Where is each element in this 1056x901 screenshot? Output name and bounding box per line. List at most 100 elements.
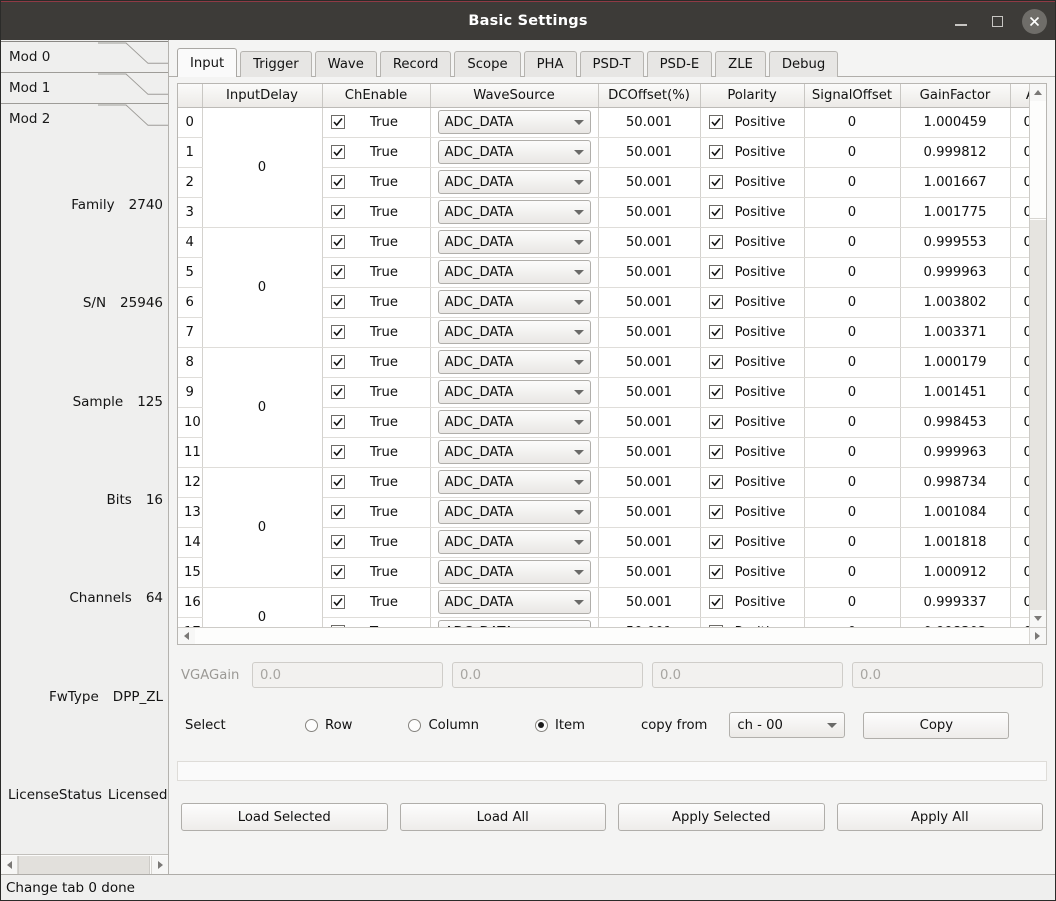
- polarity-checkbox[interactable]: [708, 265, 723, 279]
- radio-column-icon[interactable]: [408, 718, 422, 732]
- gainfactor-cell[interactable]: 1.003371: [900, 317, 1011, 348]
- column-header-polarity[interactable]: Polarity: [700, 84, 805, 108]
- adctovolt-cell[interactable]: 0.000031: [1010, 587, 1029, 618]
- adctovolt-cell[interactable]: 0.000031: [1010, 257, 1029, 288]
- dcoffset-cell[interactable]: 50.001: [598, 257, 701, 288]
- signaloffset-cell[interactable]: 0: [804, 347, 901, 378]
- radio-column[interactable]: Column: [408, 718, 479, 733]
- chenable-cell[interactable]: True: [322, 287, 431, 318]
- polarity-checkbox[interactable]: [708, 565, 723, 579]
- scroll-left-icon[interactable]: [1, 855, 18, 874]
- horizontal-scrollbar-thumb[interactable]: [194, 628, 1030, 644]
- gainfactor-cell[interactable]: 1.000179: [900, 347, 1011, 378]
- row-index-cell[interactable]: 17: [178, 617, 203, 627]
- table-row[interactable]: 160TrueADC_DATA50.001Positive00.9993370.…: [178, 587, 1029, 627]
- wavesource-dropdown[interactable]: ADC_DATA: [437, 440, 591, 464]
- gainfactor-cell[interactable]: 0.999337: [900, 587, 1011, 618]
- sidebar-item-mod-1[interactable]: Mod 1: [1, 72, 168, 103]
- table-horizontal-scrollbar[interactable]: [178, 627, 1046, 644]
- vgagain-field-0[interactable]: 0.0: [252, 662, 443, 688]
- adctovolt-cell[interactable]: 0.000030: [1010, 557, 1029, 588]
- load-all-button[interactable]: Load All: [399, 803, 606, 831]
- wavesource-dropdown[interactable]: ADC_DATA: [437, 470, 591, 494]
- gainfactor-cell[interactable]: 1.001084: [900, 497, 1011, 528]
- dcoffset-cell[interactable]: 50.001: [598, 587, 701, 618]
- tab-record[interactable]: Record: [379, 51, 452, 77]
- dcoffset-cell[interactable]: 50.001: [598, 137, 701, 168]
- chenable-checkbox[interactable]: [330, 445, 345, 459]
- polarity-checkbox[interactable]: [708, 505, 723, 519]
- chenable-cell[interactable]: True: [322, 407, 431, 438]
- wavesource-dropdown[interactable]: ADC_DATA: [437, 170, 591, 194]
- dcoffset-cell[interactable]: 50.001: [598, 107, 701, 138]
- signaloffset-cell[interactable]: 0: [804, 437, 901, 468]
- radio-item-icon[interactable]: [534, 718, 548, 732]
- dcoffset-cell[interactable]: 50.001: [598, 377, 701, 408]
- polarity-cell[interactable]: Positive: [700, 557, 805, 588]
- polarity-cell[interactable]: Positive: [700, 377, 805, 408]
- close-icon[interactable]: [1022, 8, 1047, 34]
- polarity-checkbox[interactable]: [708, 115, 723, 129]
- chenable-checkbox[interactable]: [330, 325, 345, 339]
- wavesource-dropdown[interactable]: ADC_DATA: [437, 140, 591, 164]
- dcoffset-cell[interactable]: 50.001: [598, 317, 701, 348]
- polarity-cell[interactable]: Positive: [700, 107, 805, 138]
- polarity-cell[interactable]: Positive: [700, 167, 805, 198]
- row-index-cell[interactable]: 15: [178, 557, 203, 588]
- wavesource-cell[interactable]: ADC_DATA: [430, 347, 599, 378]
- polarity-checkbox[interactable]: [708, 445, 723, 459]
- polarity-checkbox[interactable]: [708, 145, 723, 159]
- gainfactor-cell[interactable]: 1.003802: [900, 287, 1011, 318]
- chenable-checkbox[interactable]: [330, 295, 345, 309]
- gainfactor-cell[interactable]: 1.001818: [900, 527, 1011, 558]
- tab-scope[interactable]: Scope: [454, 51, 521, 77]
- adctovolt-cell[interactable]: 0.000030: [1010, 287, 1029, 318]
- column-header-adctovolt[interactable]: ADCToVo: [1010, 84, 1029, 108]
- dcoffset-cell[interactable]: 50.001: [598, 467, 701, 498]
- scroll-down-icon[interactable]: [1030, 610, 1046, 627]
- dcoffset-cell[interactable]: 50.001: [598, 197, 701, 228]
- row-index-cell[interactable]: 13: [178, 497, 203, 528]
- table-vertical-scrollbar[interactable]: [1029, 84, 1046, 627]
- polarity-checkbox[interactable]: [708, 295, 723, 309]
- sidebar-horizontal-scrollbar[interactable]: [1, 854, 168, 874]
- polarity-checkbox[interactable]: [708, 325, 723, 339]
- vgagain-field-1[interactable]: 0.0: [452, 662, 643, 688]
- adctovolt-cell[interactable]: 0.000030: [1010, 497, 1029, 528]
- row-index-cell[interactable]: 10: [178, 407, 203, 438]
- polarity-checkbox[interactable]: [708, 595, 723, 609]
- wavesource-dropdown[interactable]: ADC_DATA: [437, 350, 591, 374]
- signaloffset-cell[interactable]: 0: [804, 527, 901, 558]
- gainfactor-cell[interactable]: 1.001775: [900, 197, 1011, 228]
- adctovolt-cell[interactable]: 0.000031: [1010, 467, 1029, 498]
- wavesource-cell[interactable]: ADC_DATA: [430, 557, 599, 588]
- chenable-cell[interactable]: True: [322, 527, 431, 558]
- row-index-cell[interactable]: 4: [178, 227, 203, 258]
- dcoffset-cell[interactable]: 50.001: [598, 407, 701, 438]
- chenable-cell[interactable]: True: [322, 497, 431, 528]
- polarity-cell[interactable]: Positive: [700, 467, 805, 498]
- polarity-cell[interactable]: Positive: [700, 437, 805, 468]
- wavesource-cell[interactable]: ADC_DATA: [430, 437, 599, 468]
- scrollbar-thumb[interactable]: [18, 855, 150, 874]
- horizontal-scrollbar-track[interactable]: [194, 628, 1030, 644]
- wavesource-cell[interactable]: ADC_DATA: [430, 407, 599, 438]
- column-header-wavesource[interactable]: WaveSource: [430, 84, 599, 108]
- gainfactor-cell[interactable]: 0.999812: [900, 137, 1011, 168]
- wavesource-dropdown[interactable]: ADC_DATA: [437, 200, 591, 224]
- gainfactor-cell[interactable]: 1.001451: [900, 377, 1011, 408]
- minimize-icon[interactable]: [950, 10, 972, 32]
- wavesource-dropdown[interactable]: ADC_DATA: [437, 110, 591, 134]
- row-index-cell[interactable]: 8: [178, 347, 203, 378]
- sidebar-item-mod-0[interactable]: Mod 0: [1, 41, 168, 72]
- adctovolt-cell[interactable]: 0.000031: [1010, 617, 1029, 627]
- copy-button[interactable]: Copy: [863, 711, 1010, 739]
- inputdelay-cell[interactable]: 0: [202, 347, 323, 468]
- chenable-checkbox[interactable]: [330, 145, 345, 159]
- gainfactor-cell[interactable]: 0.998453: [900, 407, 1011, 438]
- signaloffset-cell[interactable]: 0: [804, 287, 901, 318]
- vgagain-field-3[interactable]: 0.0: [852, 662, 1043, 688]
- polarity-cell[interactable]: Positive: [700, 527, 805, 558]
- chenable-checkbox[interactable]: [330, 205, 345, 219]
- tab-wave[interactable]: Wave: [314, 51, 377, 77]
